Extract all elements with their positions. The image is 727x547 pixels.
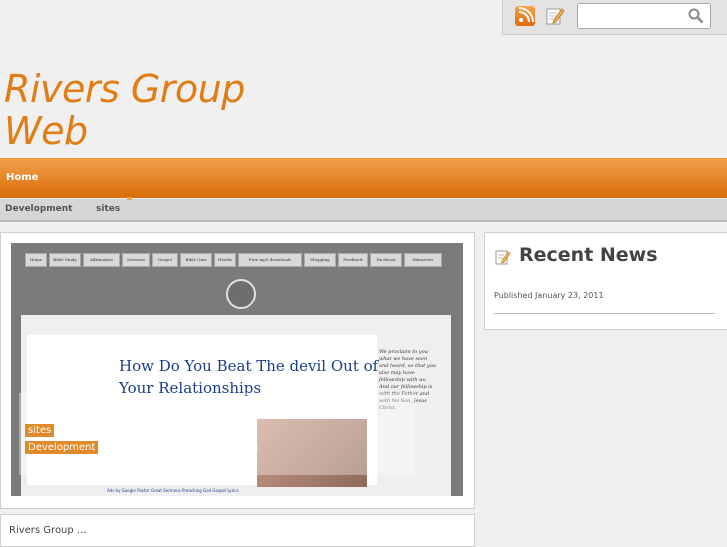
subnav-item-sites[interactable]: sites [96, 204, 120, 214]
screenshot-tab: Free mp3 downloads [238, 253, 302, 267]
screenshot-tab: Sermons [122, 253, 150, 267]
caption-meta-1: sites — November 22, 2010 at 12:18 am [25, 424, 235, 437]
sub-nav: Development sites [0, 197, 727, 222]
rss-feed-icon[interactable] [515, 6, 535, 26]
screenshot-tab: Feedback [338, 253, 368, 267]
caption-title[interactable]: Online Fellowship [27, 459, 157, 474]
edit-icon[interactable] [545, 6, 565, 26]
caption-date-1: — November 22, 2010 at 12:18 am [54, 425, 235, 436]
screenshot-tab: Bible Study [49, 253, 81, 267]
subnav-item-development[interactable]: Development [5, 204, 72, 214]
fellowship-emblem-icon [226, 279, 256, 309]
excerpt-box: Rivers Group ... [0, 514, 475, 547]
post-title-line-1: How Do You Beat The devil Out of [119, 357, 379, 375]
published-date: Published January 23, 2011 [494, 291, 604, 300]
note-edit-icon [495, 250, 511, 265]
site-title-line-1: Rivers Group [4, 67, 245, 111]
screenshot-tab: Bible Quiz [180, 253, 212, 267]
screenshot-tab: Shopping [304, 253, 336, 267]
site-title-line-2: Web [4, 109, 88, 153]
screenshot-tab-bar: Home Bible Study Affirmation Sermons Gos… [25, 253, 449, 267]
screenshot-tab: Gospel [152, 253, 178, 267]
screenshot-bottom-links: Ads by Google Pastor Great Sermons Preac… [107, 488, 239, 493]
main-nav: Home [0, 158, 727, 198]
nav-active-indicator [127, 197, 132, 200]
site-title[interactable]: Rivers Group Web [4, 68, 245, 152]
top-utility-bar [502, 0, 727, 35]
screenshot-tab: Facebook [370, 253, 402, 267]
caption-date-2: — January 23, 2011 at 5:27 am [98, 442, 259, 453]
screenshot-tab: Affirmation [83, 253, 120, 267]
recent-news-widget: Recent News Published January 23, 2011 [484, 232, 727, 330]
search-input[interactable] [582, 6, 686, 28]
recent-news-heading: Recent News [519, 244, 658, 266]
screenshot-tab: Home [25, 253, 47, 267]
caption-tag-sites[interactable]: sites [25, 424, 55, 437]
caption-tag-development[interactable]: Development [25, 441, 99, 454]
caption-meta-2: Development — January 23, 2011 at 5:27 a… [25, 441, 259, 454]
featured-panel: Home Bible Study Affirmation Sermons Gos… [0, 232, 475, 509]
screenshot-tab: Health [214, 253, 236, 267]
featured-slide-image[interactable]: Home Bible Study Affirmation Sermons Gos… [11, 243, 463, 496]
search-box[interactable] [577, 3, 711, 29]
divider [494, 313, 715, 314]
screenshot-tab: Ministries [404, 253, 442, 267]
search-icon[interactable] [688, 8, 704, 24]
excerpt-text: Rivers Group ... [9, 525, 87, 536]
nav-item-home[interactable]: Home [6, 172, 38, 183]
